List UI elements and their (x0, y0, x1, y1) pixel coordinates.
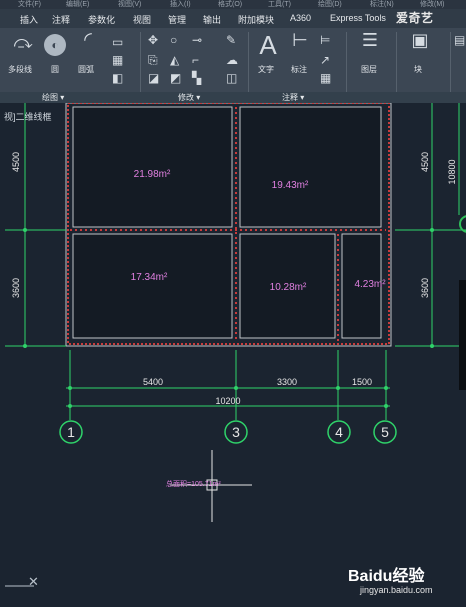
room-outline[interactable] (72, 106, 233, 228)
polyline-label: 多段线 (8, 65, 32, 74)
dimension-icon[interactable]: ⊢ (288, 31, 312, 49)
fillet-icon[interactable]: ⌐ (192, 54, 199, 66)
circle-icon[interactable]: ◐ (44, 34, 66, 56)
text-icon[interactable]: A (256, 32, 280, 58)
stretch-icon[interactable]: ◪ (148, 72, 159, 84)
copy-icon[interactable]: ⎘ (148, 54, 158, 66)
block-icon[interactable]: ▣ (408, 31, 432, 49)
explode-icon[interactable]: ☁ (226, 54, 238, 66)
arc-icon[interactable]: ◜ (76, 30, 100, 50)
move-icon[interactable]: ✥ (148, 34, 158, 46)
tab-a360[interactable]: A360 (290, 13, 311, 23)
axis-label: 4 (335, 424, 343, 440)
dimension-label: 标注 (291, 65, 307, 74)
tab-parametric[interactable]: 参数化 (88, 13, 115, 26)
erase-icon[interactable]: ✎ (226, 34, 236, 46)
mirror-icon[interactable]: ◭ (170, 54, 179, 66)
dimension-text: 1500 (352, 377, 372, 387)
room-area-label: 17.34m² (131, 272, 168, 283)
close-icon[interactable]: ✕ (28, 574, 39, 590)
text-label: 文字 (258, 65, 274, 74)
dimension-text: 3600 (11, 278, 21, 298)
dimension-text: 4500 (420, 152, 430, 172)
room-outline[interactable] (239, 106, 382, 228)
tab-addins[interactable]: 附加模块 (238, 13, 274, 26)
menu-item[interactable]: 格式(O) (218, 0, 242, 9)
hatch-icon[interactable]: ▦ (112, 54, 123, 66)
menu-item[interactable]: 标注(N) (370, 0, 394, 9)
menu-item[interactable]: 工具(T) (268, 0, 291, 9)
room-area-label: 19.43m² (272, 180, 309, 191)
region-icon[interactable]: ◧ (112, 72, 123, 84)
total-height-dimension: 10800 (447, 159, 457, 184)
room-outline[interactable] (72, 233, 233, 339)
navigation-bar[interactable] (459, 280, 466, 390)
panel-annotate[interactable]: 注释 ▾ (282, 92, 304, 103)
axis-label: 5 (381, 424, 389, 440)
drawing-canvas[interactable]: 21.98m² 19.43m² 17.34m² 10.28m² 4.23m² 4… (0, 103, 466, 592)
dimension-text: 4500 (11, 152, 21, 172)
tab-annotate[interactable]: 注释 (52, 13, 70, 26)
menu-item[interactable]: 修改(M) (420, 0, 445, 9)
cursor-area-readout: 总面积=105.71m² (166, 479, 221, 488)
room-area-label: 21.98m² (134, 169, 171, 180)
baidu-logo: Baidu经验 (348, 568, 425, 585)
menu-item[interactable]: 插入(I) (170, 0, 191, 9)
room-area-label: 10.28m² (270, 282, 307, 293)
ribbon-panel-titles: 绘图 ▾ 修改 ▾ 注释 ▾ (0, 92, 466, 103)
menu-bar: 文件(F) 编辑(E) 视图(V) 插入(I) 格式(O) 工具(T) 绘图(D… (0, 0, 466, 9)
tab-view[interactable]: 视图 (133, 13, 151, 26)
axis-label: 3 (232, 424, 240, 440)
layers-label: 图层 (361, 65, 377, 74)
menu-item[interactable]: 视图(V) (118, 0, 141, 9)
total-width-dimension: 10200 (215, 396, 240, 406)
dimension-text: 3600 (420, 278, 430, 298)
dimension-text: 3300 (277, 377, 297, 387)
rotate-icon[interactable]: ○ (170, 34, 177, 46)
tab-output[interactable]: 输出 (203, 13, 221, 26)
axis-label: 1 (67, 424, 75, 440)
menu-item[interactable]: 编辑(E) (66, 0, 89, 9)
iqiyi-watermark: 爱奇艺 (396, 11, 434, 25)
panel-draw[interactable]: 绘图 ▾ (42, 92, 64, 103)
menu-item[interactable]: 文件(F) (18, 0, 41, 9)
trim-icon[interactable]: ⊸ (192, 34, 202, 46)
tab-insert[interactable]: 插入 (20, 13, 38, 26)
circle-label: 圆 (51, 65, 59, 74)
baidu-url: jingyan.baidu.com (360, 585, 433, 595)
panel-modify[interactable]: 修改 ▾ (178, 92, 200, 103)
rectangle-icon[interactable]: ▭ (112, 36, 123, 48)
offset-icon[interactable]: ◫ (226, 72, 237, 84)
block-label: 块 (414, 65, 422, 74)
scale-icon[interactable]: ◩ (170, 72, 181, 84)
room-area-label: 4.23m² (354, 279, 386, 290)
polyline-icon[interactable]: ⤼ (12, 33, 34, 51)
array-icon[interactable]: ▚ (192, 72, 201, 84)
dimension-text: 5400 (143, 377, 163, 387)
table-icon[interactable]: ▦ (320, 72, 331, 84)
viewport-label[interactable]: 视]二维线框 (4, 110, 52, 123)
arc-label: 圆弧 (78, 65, 94, 74)
linear-dim-icon[interactable]: ⊨ (320, 34, 330, 46)
menu-item[interactable]: 绘图(D) (318, 0, 342, 9)
leader-icon[interactable]: ↗ (320, 54, 330, 66)
layers-icon[interactable]: ☰ (358, 31, 382, 49)
properties-icon[interactable]: ▤ (454, 34, 465, 46)
tab-manage[interactable]: 管理 (168, 13, 186, 26)
tab-express-tools[interactable]: Express Tools (330, 13, 386, 23)
